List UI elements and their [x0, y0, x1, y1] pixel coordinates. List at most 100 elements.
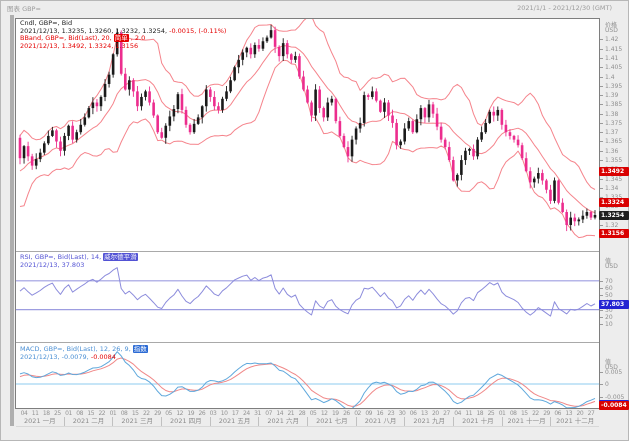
candle-body — [407, 121, 411, 129]
week-label: 26 — [343, 410, 350, 417]
price-tick-mark — [600, 48, 603, 50]
macd-value-badge: -0.0079 — [599, 399, 629, 409]
week-label: 25 — [54, 410, 61, 417]
price-tick-mark — [600, 104, 603, 106]
candle-body — [83, 117, 87, 125]
rsi-tick: 30 — [605, 306, 613, 314]
candle-body — [395, 122, 398, 146]
candle-body — [537, 173, 540, 179]
week-label: 23 — [387, 410, 395, 417]
month-label: 2021 五月 — [209, 417, 259, 426]
week-label: 01 — [498, 410, 506, 417]
candle-body — [51, 130, 54, 136]
week-label: 14 — [276, 410, 284, 417]
week-label: 22 — [98, 410, 106, 417]
price-tick: 1.375 — [605, 119, 623, 127]
candle-body — [144, 91, 147, 97]
candle-body — [585, 212, 589, 216]
candle-body — [164, 125, 168, 138]
price-tick: 1.37 — [605, 129, 619, 137]
price-tick-mark — [600, 113, 603, 115]
candle-body — [241, 52, 245, 60]
candle-body — [561, 202, 564, 213]
price-tick: 1.405 — [605, 64, 623, 72]
rsi-tick: 40 — [605, 299, 613, 307]
candle-body — [160, 132, 164, 138]
week-label: 21 — [287, 410, 295, 417]
week-label: 19 — [187, 410, 195, 417]
rsi-tick-mark — [600, 324, 603, 325]
candle-body — [589, 212, 593, 218]
rsi-value-badge: 37.803 — [599, 299, 629, 309]
week-label: 06 — [554, 410, 561, 417]
candle-body — [233, 67, 236, 81]
price-tick: 1.415 — [605, 45, 623, 53]
candle-body — [577, 219, 581, 222]
candle-body — [261, 41, 265, 49]
week-label: 19 — [331, 410, 339, 417]
candle-body — [403, 128, 406, 142]
candle-body — [439, 126, 443, 140]
rsi-axis-unit: USD — [605, 263, 618, 270]
candle-body — [217, 106, 220, 110]
candle-body — [22, 146, 26, 159]
macd-axis-title: 值 — [605, 359, 612, 366]
week-label: 10 — [220, 410, 228, 417]
candle-body — [419, 108, 423, 120]
title-bar: 图表 GBP= 2021/1/1 - 2021/12/30 (GMT) — [1, 1, 628, 14]
price-tick: 1.315 — [605, 231, 623, 239]
week-label: 05 — [309, 410, 317, 417]
price-tick-mark — [600, 187, 603, 189]
price-panel-canvas[interactable] — [16, 19, 599, 251]
candle-body — [132, 80, 135, 92]
time-axis: 04 11 18 25 01 08 15 22 01 08 15 22 29 05 12 19 26 03 10 17… — [16, 410, 599, 427]
candle-body — [47, 135, 50, 144]
price-tick: 1.42 — [605, 36, 619, 44]
candle-body — [366, 95, 370, 97]
candle-body — [427, 104, 431, 118]
candle-body — [565, 212, 568, 226]
week-label: 27 — [443, 410, 450, 417]
candle-body — [115, 32, 119, 55]
price-tick: 1.33 — [605, 203, 619, 211]
candle-body — [123, 73, 127, 90]
rsi-panel-canvas[interactable] — [16, 252, 599, 342]
price-tick-mark — [600, 160, 603, 162]
week-label: 15 — [520, 410, 528, 417]
candle-body — [423, 108, 427, 118]
bband-upper-line — [19, 19, 596, 190]
candle-body — [249, 47, 253, 55]
candle-body — [334, 98, 338, 122]
macd-line — [19, 351, 596, 408]
candle-body — [253, 44, 257, 55]
week-label: 06 — [409, 410, 417, 417]
price-tick-mark — [600, 197, 603, 199]
week-label: 01 — [65, 410, 72, 417]
date-range-label: 2021/1/1 - 2021/12/30 (GMT) — [517, 3, 612, 12]
price-tick: 1.325 — [605, 212, 623, 220]
week-label: 30 — [398, 410, 406, 417]
candle-body — [257, 44, 261, 49]
week-label: 08 — [76, 410, 83, 417]
chart-area[interactable]: Cndl, GBP=, Bid 2021/12/13, 1.3235, 1.32… — [15, 18, 600, 409]
candle-body — [67, 125, 70, 136]
candle-body — [79, 124, 83, 133]
candle-body — [593, 214, 597, 218]
month-label: 2021 三月 — [112, 417, 161, 426]
candle-body — [196, 117, 200, 124]
candle-body — [18, 137, 22, 159]
candle-body — [148, 91, 151, 103]
price-tick-mark — [600, 141, 603, 143]
candle-body — [168, 116, 172, 126]
candle-body — [379, 100, 382, 112]
month-label: 2021 七月 — [307, 417, 356, 426]
left-splitter[interactable] — [10, 15, 14, 426]
macd-panel-canvas[interactable] — [16, 343, 599, 408]
candle-body — [520, 145, 524, 159]
price-tick: 1.4 — [605, 73, 615, 81]
candle-body — [350, 139, 354, 157]
month-label: 2021 九月 — [404, 417, 453, 426]
candle-body — [553, 180, 556, 201]
candle-body — [213, 96, 216, 107]
price-tick-mark — [600, 225, 603, 227]
